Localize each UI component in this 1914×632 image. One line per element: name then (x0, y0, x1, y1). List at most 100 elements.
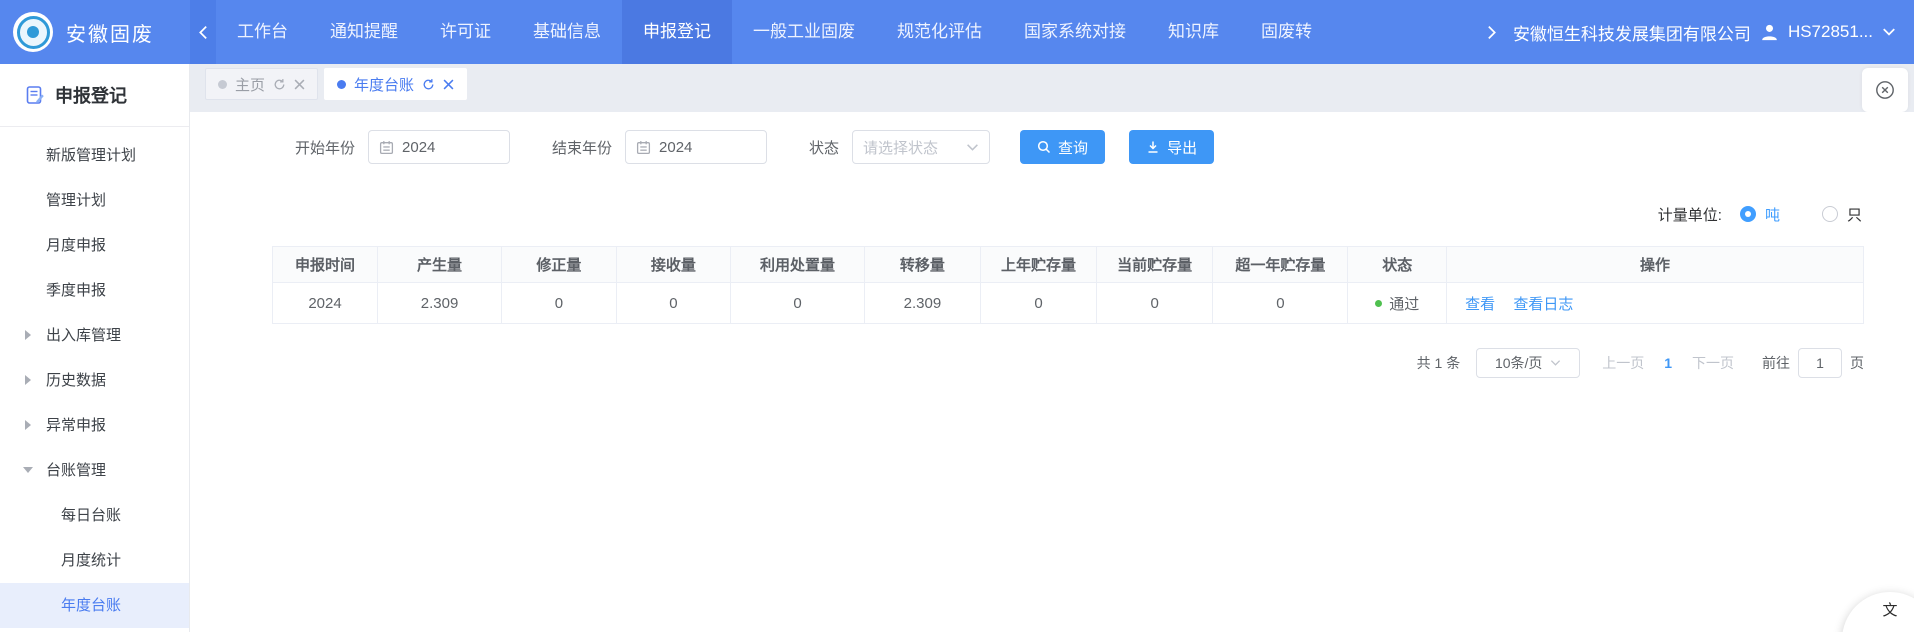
nav-item-notifications[interactable]: 通知提醒 (309, 0, 419, 64)
col-received: 接收量 (616, 247, 731, 283)
chevron-down-icon (1550, 359, 1561, 367)
cell-generated: 2.309 (378, 283, 502, 324)
end-year-field[interactable] (625, 130, 767, 164)
tab-strip: 主页 年度台账 (205, 68, 1854, 100)
col-status: 状态 (1348, 247, 1447, 283)
radio-piece-label[interactable]: 只 (1847, 204, 1862, 225)
view-log-link[interactable]: 查看日志 (1513, 296, 1573, 313)
company-name: 安徽恒生科技发展集团有限公司 (1513, 20, 1751, 45)
caret-right-icon (25, 420, 31, 430)
content-panel: 开始年份 结束年份 (190, 112, 1914, 632)
close-all-tabs-button[interactable] (1862, 68, 1908, 112)
sidebar-item-quarterly-declaration[interactable]: 季度申报 (0, 268, 189, 313)
end-year-input[interactable] (659, 139, 756, 156)
chevron-right-icon (1485, 25, 1498, 40)
sidebar-item-monthly-declaration[interactable]: 月度申报 (0, 223, 189, 268)
col-last-year-storage: 上年贮存量 (980, 247, 1096, 283)
brand-title: 安徽固废 (66, 18, 154, 47)
sidebar-item-annual-ledger[interactable]: 年度台账 (0, 583, 189, 628)
goto-page-input[interactable] (1798, 348, 1842, 378)
sidebar-item-inbound-outbound[interactable]: 出入库管理 (0, 313, 189, 358)
col-declare-time: 申报时间 (273, 247, 378, 283)
nav-item-standardization-assessment[interactable]: 规范化评估 (876, 0, 1003, 64)
nav-item-waste-transfer[interactable]: 固废转 (1240, 0, 1333, 64)
sidebar-title: 申报登记 (0, 64, 189, 127)
cell-received: 0 (616, 283, 731, 324)
close-icon[interactable] (294, 79, 305, 90)
nav-item-basic-info[interactable]: 基础信息 (512, 0, 622, 64)
nav-item-license[interactable]: 许可证 (419, 0, 512, 64)
cell-last-year-storage: 0 (980, 283, 1096, 324)
sidebar-menu: 新版管理计划 管理计划 月度申报 季度申报 出入库管理 历史数据 异常申报 (0, 127, 189, 628)
nav-scroll-right-button[interactable] (1479, 25, 1505, 40)
cell-current-storage: 0 (1097, 283, 1213, 324)
export-button[interactable]: 导出 (1129, 130, 1214, 164)
main-area: 主页 年度台账 (190, 64, 1914, 632)
status-select[interactable]: 请选择状态 (852, 130, 990, 164)
top-navbar: 安徽固废 工作台 通知提醒 许可证 基础信息 申报登记 一般工业固废 规范化评估… (0, 0, 1914, 64)
next-page-button[interactable]: 下一页 (1692, 353, 1734, 373)
sidebar-item-new-management-plan[interactable]: 新版管理计划 (0, 133, 189, 178)
calendar-icon (379, 140, 394, 155)
page-size-select[interactable]: 10条/页 (1476, 348, 1580, 378)
view-link[interactable]: 查看 (1465, 296, 1495, 313)
tab-home[interactable]: 主页 (205, 68, 318, 100)
sidebar: 申报登记 新版管理计划 管理计划 月度申报 季度申报 出入库管理 历史数据 异常… (0, 64, 190, 632)
brand[interactable]: 安徽固废 (0, 12, 190, 52)
start-year-field[interactable] (368, 130, 510, 164)
nav-item-knowledge-base[interactable]: 知识库 (1147, 0, 1240, 64)
page-number-1[interactable]: 1 (1664, 355, 1672, 371)
tab-status-dot (218, 80, 227, 89)
sidebar-item-monthly-statistics[interactable]: 月度统计 (0, 538, 189, 583)
chevron-down-icon (1882, 27, 1896, 37)
sidebar-item-management-plan[interactable]: 管理计划 (0, 178, 189, 223)
frame: 申报登记 新版管理计划 管理计划 月度申报 季度申报 出入库管理 历史数据 异常… (0, 64, 1914, 632)
sidebar-item-abnormal-declaration[interactable]: 异常申报 (0, 403, 189, 448)
refresh-icon[interactable] (273, 78, 286, 91)
total-count: 共 1 条 (1417, 353, 1461, 373)
nav-scroll-left-button[interactable] (190, 0, 216, 64)
document-edit-icon (25, 85, 45, 105)
caret-down-icon (23, 467, 33, 473)
status-badge: 通过 (1389, 293, 1419, 314)
refresh-icon[interactable] (422, 78, 435, 91)
filter-bar: 开始年份 结束年份 (295, 130, 1914, 164)
search-button[interactable]: 查询 (1020, 130, 1105, 164)
user-menu[interactable]: 安徽恒生科技发展集团有限公司 HS72851... (1505, 0, 1914, 64)
nav-item-general-industrial-waste[interactable]: 一般工业固废 (732, 0, 876, 64)
prev-page-button[interactable]: 上一页 (1602, 353, 1644, 373)
download-icon (1146, 140, 1160, 154)
chevron-down-icon (966, 143, 979, 152)
table-row: 2024 2.309 0 0 0 2.309 0 0 0 (273, 283, 1864, 324)
calendar-icon (636, 140, 651, 155)
col-transferred: 转移量 (864, 247, 980, 283)
radio-ton[interactable] (1740, 206, 1756, 222)
status-label: 状态 (809, 137, 839, 158)
assistant-widget-label: 文 (1882, 599, 1897, 632)
radio-ton-label[interactable]: 吨 (1765, 204, 1780, 225)
search-icon (1037, 140, 1051, 154)
nav-item-declaration[interactable]: 申报登记 (622, 0, 732, 64)
end-year-label: 结束年份 (552, 137, 612, 158)
unit-label: 计量单位: (1658, 204, 1722, 225)
status-placeholder: 请选择状态 (863, 137, 938, 158)
close-icon[interactable] (443, 79, 454, 90)
cell-declare-time: 2024 (273, 283, 378, 324)
chevron-left-icon (197, 25, 210, 40)
sidebar-item-history-data[interactable]: 历史数据 (0, 358, 189, 403)
table-header-row: 申报时间 产生量 修正量 接收量 利用处置量 转移量 上年贮存量 当前贮存量 超… (273, 247, 1864, 283)
top-nav-menu: 工作台 通知提醒 许可证 基础信息 申报登记 一般工业固废 规范化评估 国家系统… (216, 0, 1479, 64)
start-year-input[interactable] (402, 139, 499, 156)
unit-selector: 计量单位: 吨 只 (190, 198, 1862, 230)
nav-item-workbench[interactable]: 工作台 (216, 0, 309, 64)
start-year-label: 开始年份 (295, 137, 355, 158)
cell-transferred: 2.309 (864, 283, 980, 324)
radio-piece[interactable] (1822, 206, 1838, 222)
app-root: 安徽固废 工作台 通知提醒 许可证 基础信息 申报登记 一般工业固废 规范化评估… (0, 0, 1914, 632)
sidebar-item-daily-ledger[interactable]: 每日台账 (0, 493, 189, 538)
tab-status-dot (337, 80, 346, 89)
cell-over-one-year-storage: 0 (1213, 283, 1348, 324)
nav-item-national-system[interactable]: 国家系统对接 (1003, 0, 1147, 64)
sidebar-item-ledger-management[interactable]: 台账管理 (0, 448, 189, 493)
tab-annual-ledger[interactable]: 年度台账 (324, 68, 467, 100)
